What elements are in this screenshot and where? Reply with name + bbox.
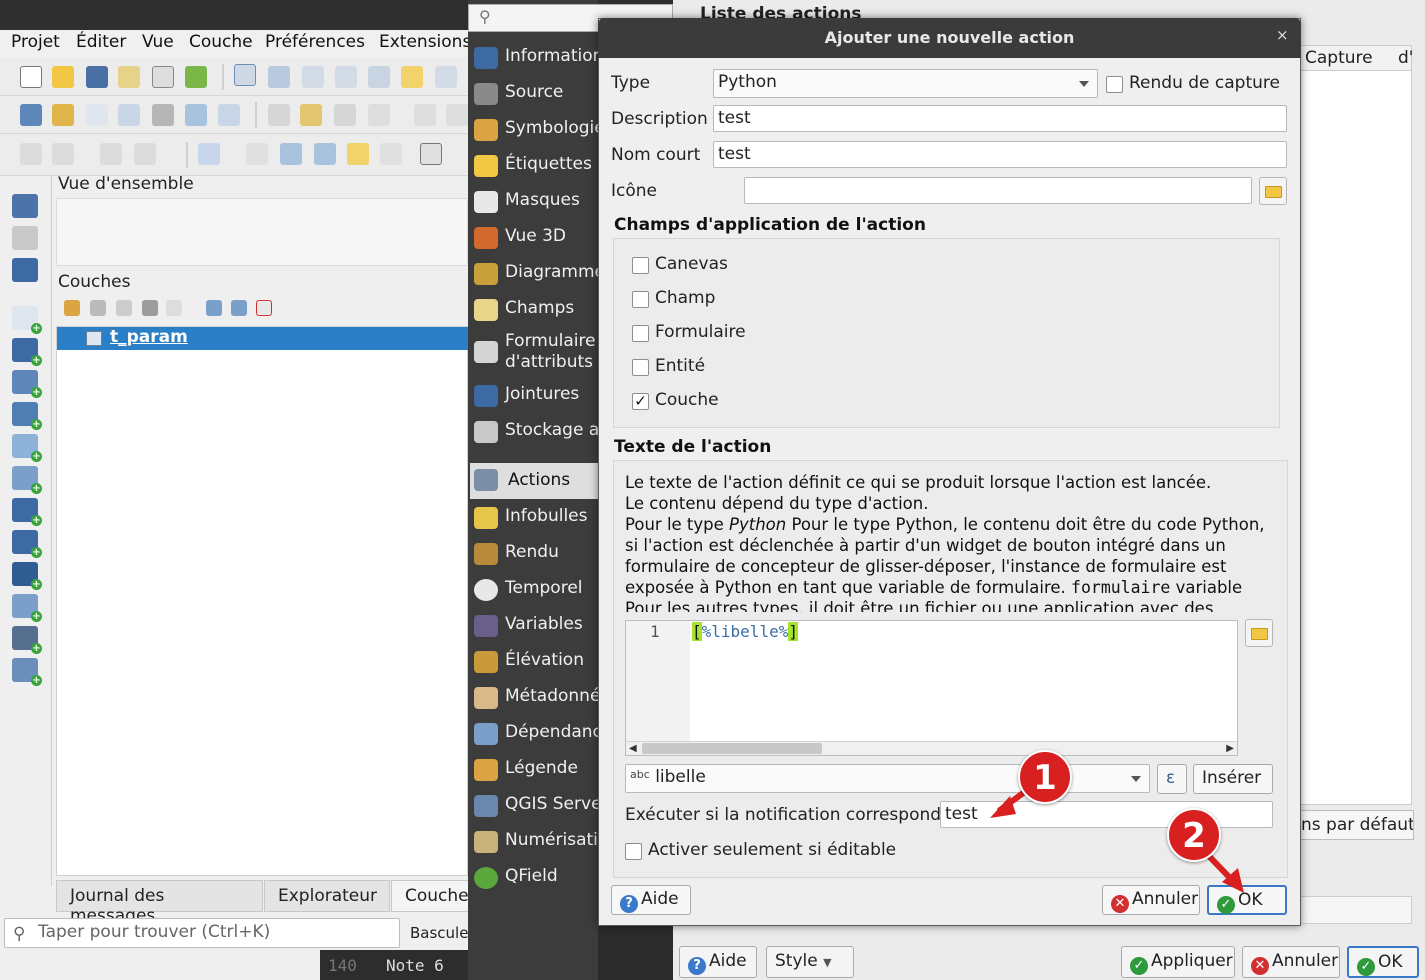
annotation-badge-1: 1: [1018, 750, 1072, 804]
annotation-badge-2: 2: [1167, 808, 1221, 862]
